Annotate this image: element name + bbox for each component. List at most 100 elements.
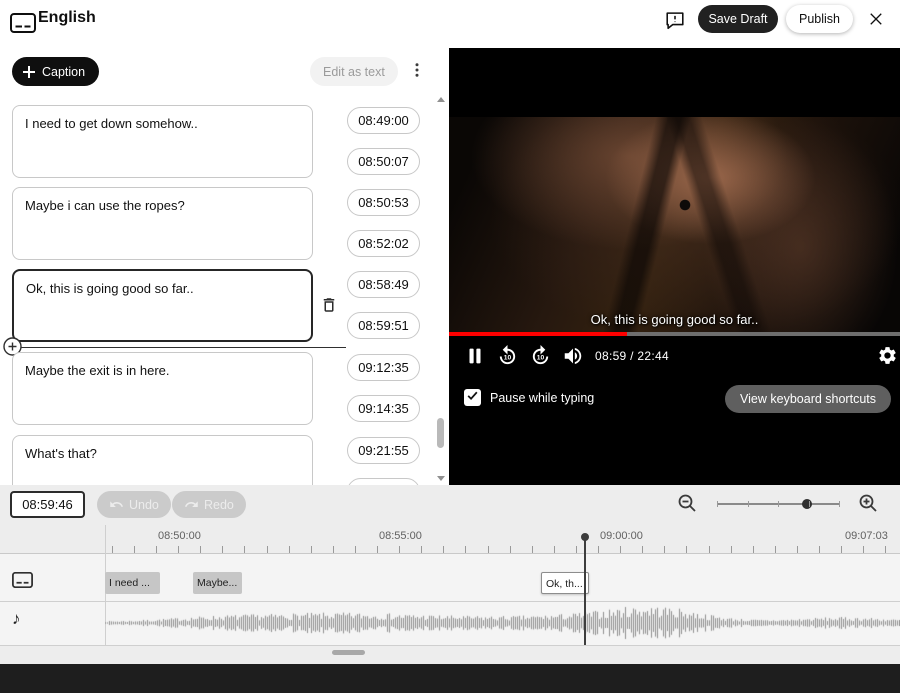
ruler-tick <box>487 546 489 553</box>
ruler-tick <box>421 546 423 553</box>
close-button[interactable] <box>864 8 888 32</box>
ruler-tick <box>885 546 887 553</box>
start-time-pill[interactable]: 09:21:55 <box>347 437 420 464</box>
caption-text-box[interactable]: What's that? <box>12 435 313 485</box>
ruler-tick <box>730 546 732 553</box>
rewind-10-icon: 10 <box>496 344 519 370</box>
ruler-label: 08:50:00 <box>158 530 201 542</box>
caption-row: I need to get down somehow.. 08:49:00 08… <box>12 105 437 178</box>
end-time-pill[interactable] <box>347 478 420 485</box>
more-options-button[interactable] <box>405 59 429 83</box>
ruler-tick <box>111 546 113 553</box>
zoom-slider-tick <box>778 501 779 507</box>
feedback-icon <box>664 9 686 34</box>
redo-label: Redo <box>204 497 234 512</box>
zoom-in-button[interactable] <box>858 494 878 514</box>
ruler-tick <box>354 546 356 553</box>
zoom-slider-tick <box>808 501 810 507</box>
ruler-tick <box>841 546 843 553</box>
edit-as-text-button[interactable]: Edit as text <box>310 57 398 86</box>
zoom-in-icon <box>858 493 878 516</box>
audio-waveform <box>105 603 900 643</box>
feedback-button[interactable] <box>661 7 689 35</box>
redo-button[interactable]: Redo <box>172 491 246 518</box>
zoom-out-icon <box>677 493 697 516</box>
zoom-out-button[interactable] <box>677 494 697 514</box>
zoom-slider[interactable] <box>717 497 840 511</box>
volume-button[interactable] <box>560 344 586 370</box>
current-time-input[interactable]: 08:59:46 <box>10 491 85 518</box>
video-frame[interactable]: Ok, this is going good so far.. <box>449 117 900 334</box>
ruler-tick <box>774 546 776 553</box>
end-time-pill[interactable]: 08:52:02 <box>347 230 420 257</box>
ruler-tick <box>664 546 666 553</box>
undo-button[interactable]: Undo <box>97 491 171 518</box>
save-draft-button[interactable]: Save Draft <box>698 5 778 33</box>
caption-track-lane[interactable]: I need ... Maybe... Ok, th... <box>0 553 900 601</box>
add-caption-label: Caption <box>42 64 86 79</box>
ruler-tick <box>332 546 334 553</box>
ruler-tick <box>509 546 511 553</box>
audio-track-lane[interactable] <box>0 601 900 645</box>
time-display: 08:59 / 22:44 <box>595 349 669 363</box>
progress-played <box>449 332 628 336</box>
rewind-10-button[interactable]: 10 <box>494 344 520 370</box>
playhead-handle[interactable] <box>581 533 589 541</box>
caption-text-box[interactable]: I need to get down somehow.. <box>12 105 313 178</box>
start-time-pill[interactable]: 09:12:35 <box>347 354 420 381</box>
video-progress-bar[interactable] <box>449 332 900 336</box>
settings-button[interactable] <box>874 344 900 370</box>
lane-divider <box>0 645 900 646</box>
timeline-ruler[interactable]: 08:50:00 08:55:00 09:00:00 09:07:03 <box>0 525 900 553</box>
end-time-pill[interactable]: 08:59:51 <box>347 312 420 339</box>
ruler-tick <box>531 546 533 553</box>
ruler-tick <box>819 546 820 553</box>
publish-button[interactable]: Publish <box>786 5 853 33</box>
volume-icon <box>562 345 584 370</box>
ruler-tick <box>796 546 798 553</box>
end-time-pill[interactable]: 08:50:07 <box>347 148 420 175</box>
footer-bar <box>0 664 900 693</box>
pause-while-typing-label: Pause while typing <box>490 391 595 405</box>
zoom-slider-tick <box>839 501 840 507</box>
pause-while-typing-checkbox[interactable] <box>464 389 481 406</box>
video-player-panel: Ok, this is going good so far.. 10 10 08… <box>449 48 900 485</box>
add-caption-button[interactable]: Caption <box>12 57 100 86</box>
ruler-tick <box>288 546 290 553</box>
caption-text-box[interactable]: Maybe i can use the ropes? <box>12 187 313 260</box>
scrollbar-thumb[interactable] <box>437 418 444 448</box>
captions-badge-icon <box>10 13 36 38</box>
timeline-caption-segment[interactable]: Ok, th... <box>541 572 589 594</box>
ruler-tick <box>443 546 445 553</box>
ruler-tick <box>708 546 710 553</box>
timeline-resize-handle[interactable] <box>332 650 365 655</box>
pause-icon <box>464 345 486 370</box>
ruler-tick <box>399 546 401 553</box>
playhead[interactable] <box>584 538 586 645</box>
end-time-pill[interactable]: 09:14:35 <box>347 395 420 422</box>
caption-text-box[interactable]: Maybe the exit is in here. <box>12 352 313 425</box>
start-time-pill[interactable]: 08:50:53 <box>347 189 420 216</box>
zoom-slider-knob[interactable] <box>802 499 812 509</box>
caption-list-scrollbar[interactable] <box>436 95 446 485</box>
ruler-tick <box>553 546 555 553</box>
undo-label: Undo <box>129 497 159 512</box>
insert-caption-divider <box>10 347 346 348</box>
delete-caption-button[interactable] <box>318 295 340 317</box>
scroll-down-arrow[interactable] <box>437 476 445 481</box>
start-time-pill[interactable]: 08:49:00 <box>347 107 420 134</box>
forward-10-button[interactable]: 10 <box>527 344 553 370</box>
ruler-tick <box>575 546 577 553</box>
timeline-caption-segment[interactable]: Maybe... <box>193 572 242 594</box>
timeline-caption-segment[interactable]: I need ... <box>105 572 160 594</box>
checkmark-icon <box>466 389 479 407</box>
scroll-up-arrow[interactable] <box>437 97 445 102</box>
keyboard-shortcuts-button[interactable]: View keyboard shortcuts <box>725 385 891 413</box>
kebab-menu-icon <box>408 61 426 82</box>
caption-text-box[interactable]: Ok, this is going good so far.. <box>12 269 313 342</box>
ruler-tick <box>686 546 688 553</box>
ruler-tick <box>222 546 224 553</box>
svg-text:10: 10 <box>536 354 544 361</box>
pause-button[interactable] <box>462 344 488 370</box>
start-time-pill[interactable]: 08:58:49 <box>347 271 420 298</box>
